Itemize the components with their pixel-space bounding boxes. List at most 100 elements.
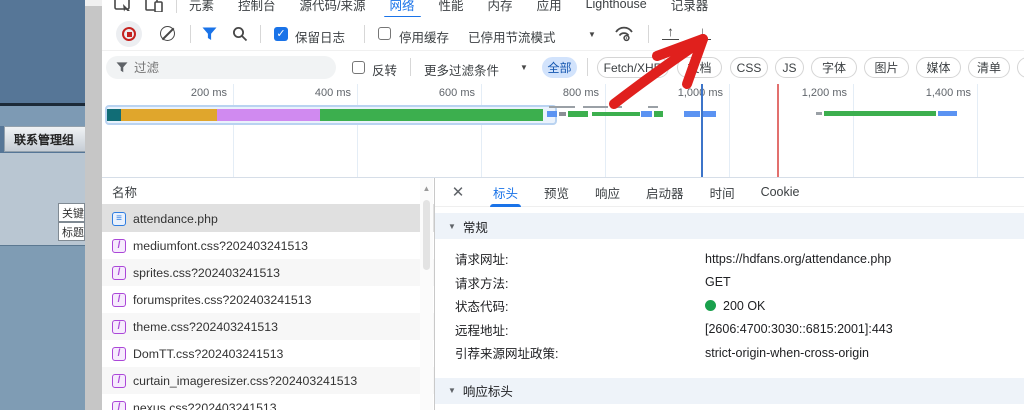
- tab-elements[interactable]: 元素: [177, 0, 226, 17]
- title-field[interactable]: 标题: [58, 222, 85, 241]
- page-header-area: [0, 0, 85, 103]
- tab-cookie[interactable]: Cookie: [748, 178, 813, 207]
- stylesheet-file-icon: /: [112, 265, 126, 280]
- timeline-seg-blue: [684, 111, 700, 117]
- tab-application[interactable]: 应用: [525, 0, 574, 17]
- request-row[interactable]: / mediumfont.css?202403241513: [102, 232, 434, 259]
- request-row[interactable]: / DomTT.css?202403241513: [102, 340, 434, 367]
- request-url-value[interactable]: https://hdfans.org/attendance.php: [705, 252, 891, 266]
- request-row[interactable]: / curtain_imageresizer.css?202403241513: [102, 367, 434, 394]
- general-section-header[interactable]: ▼ 常规: [435, 213, 1024, 239]
- contact-admin-label: 联系管理组: [14, 132, 75, 147]
- timeline-bar-content: [320, 109, 543, 121]
- tab-headers[interactable]: 标头: [480, 178, 531, 207]
- remote-address-value: [2606:4700:3030::6815:2001]:443: [705, 322, 893, 337]
- chip-media[interactable]: 媒体: [916, 57, 961, 78]
- invert-label: 反转: [372, 64, 398, 78]
- document-file-icon: ≡: [112, 211, 126, 226]
- tab-network[interactable]: 网络: [378, 0, 427, 17]
- page-search-panel: 关键 标题: [0, 153, 85, 245]
- general-row-referrer-policy: 引荐来源网址政策: strict-origin-when-cross-origi…: [435, 341, 1024, 365]
- request-name: forumsprites.css?202403241513: [133, 292, 312, 307]
- page-scrollbar[interactable]: [85, 0, 102, 410]
- tab-preview[interactable]: 预览: [531, 178, 582, 207]
- network-overview-timeline[interactable]: 200 ms 400 ms 600 ms 800 ms 1,000 ms 1,2…: [102, 84, 1024, 178]
- network-filter-bar: 反转 更多过滤条件 ▼ 全部 Fetch/XHR 文档 CSS JS 字体 图片…: [102, 51, 1024, 84]
- referrer-policy-value: strict-origin-when-cross-origin: [705, 345, 869, 360]
- chip-manifest[interactable]: 清单: [968, 57, 1010, 78]
- clear-network-log-button[interactable]: [160, 26, 175, 41]
- invert-checkbox[interactable]: [352, 61, 365, 74]
- more-filters-caret-icon[interactable]: ▼: [520, 63, 528, 72]
- chip-js[interactable]: JS: [775, 57, 804, 78]
- tab-recorder[interactable]: 记录器: [659, 0, 721, 17]
- chip-font[interactable]: 字体: [811, 57, 857, 78]
- tab-label: 预览: [544, 186, 570, 201]
- tab-response[interactable]: 响应: [582, 178, 633, 207]
- more-filters-dropdown[interactable]: 更多过滤条件: [424, 60, 499, 79]
- chip-fetch-xhr[interactable]: Fetch/XHR: [597, 57, 669, 78]
- timeline-bar-connecting: [107, 109, 121, 121]
- tab-timing[interactable]: 时间: [697, 178, 748, 207]
- chip-css[interactable]: CSS: [730, 57, 768, 78]
- import-har-icon[interactable]: ↑: [662, 25, 679, 40]
- tab-initiator[interactable]: 启动器: [633, 178, 697, 207]
- filter-toggle-icon[interactable]: [202, 27, 217, 41]
- network-conditions-icon[interactable]: [614, 25, 634, 43]
- chip-divider: [587, 58, 588, 76]
- device-toolbar-icon[interactable]: [145, 0, 163, 12]
- throttling-select[interactable]: 已停用节流模式: [468, 27, 556, 46]
- chip-all[interactable]: 全部: [542, 57, 577, 78]
- request-row[interactable]: / nexus.css?202403241513: [102, 394, 434, 410]
- tab-console[interactable]: 控制台: [226, 0, 288, 17]
- tab-sources[interactable]: 源代码/来源: [288, 0, 378, 17]
- tab-label: 时间: [709, 186, 735, 201]
- tab-label: 启动器: [646, 186, 684, 201]
- general-row-remote-address: 远程地址: [2606:4700:3030::6815:2001]:443: [435, 318, 1024, 342]
- tab-label: 响应: [595, 186, 621, 201]
- preserve-log-checkbox[interactable]: ✓: [274, 27, 288, 41]
- chip-img[interactable]: 图片: [864, 57, 909, 78]
- close-icon[interactable]: ✕: [450, 183, 466, 201]
- request-list-header[interactable]: 名称: [102, 178, 434, 205]
- request-row[interactable]: / theme.css?202403241513: [102, 313, 434, 340]
- chip-doc[interactable]: 文档: [677, 57, 722, 78]
- tab-memory[interactable]: 内存: [476, 0, 525, 17]
- tick-200ms: 200 ms: [190, 87, 227, 99]
- stylesheet-file-icon: /: [112, 292, 126, 307]
- filter-input[interactable]: [134, 60, 304, 75]
- timeline-seg-green: [654, 111, 663, 117]
- scrollbar-thumb[interactable]: [423, 200, 430, 270]
- request-row[interactable]: / forumsprites.css?202403241513: [102, 286, 434, 313]
- general-row-url: 请求网址: https://hdfans.org/attendance.php: [435, 247, 1024, 271]
- request-list-scrollbar[interactable]: ▲: [420, 178, 433, 410]
- active-tab-underline: [490, 203, 522, 207]
- timeline-seg-blue: [547, 111, 557, 117]
- tab-performance[interactable]: 性能: [427, 0, 476, 17]
- chip-label: 全部: [547, 61, 572, 75]
- timeline-bar-css: [217, 109, 320, 121]
- request-row[interactable]: / sprites.css?202403241513: [102, 259, 434, 286]
- devtools-tabbar: 元素 控制台 源代码/来源 网络 性能 内存 应用 Lighthouse 记录器: [102, 0, 1024, 17]
- request-row-attendance[interactable]: ≡ attendance.php: [102, 205, 434, 232]
- keyword-field[interactable]: 关键: [58, 203, 85, 222]
- inspect-element-icon[interactable]: [114, 0, 132, 12]
- kv-label: 远程地址:: [455, 323, 509, 338]
- preserve-log-label: 保留日志: [295, 31, 346, 45]
- filter-input-pill[interactable]: [106, 56, 336, 79]
- scroll-up-icon[interactable]: ▲: [420, 184, 433, 193]
- chip-ws[interactable]: WS: [1017, 57, 1024, 78]
- export-har-icon[interactable]: ↓: [694, 25, 711, 40]
- throttling-caret-icon[interactable]: ▼: [588, 30, 596, 39]
- tab-lighthouse[interactable]: Lighthouse: [574, 0, 659, 17]
- disable-cache-checkbox[interactable]: [378, 27, 391, 40]
- timeline-dash: [583, 106, 608, 108]
- background-webpage: 联系管理组 关键 标题: [0, 0, 85, 410]
- chip-label: CSS: [736, 60, 762, 75]
- page-nav-band: [0, 106, 85, 126]
- contact-admin-tab[interactable]: 联系管理组: [4, 126, 85, 152]
- response-headers-section-header[interactable]: ▼ 响应标头: [435, 377, 1024, 404]
- search-icon[interactable]: [232, 26, 248, 42]
- record-network-log-button[interactable]: [116, 21, 142, 47]
- gridline: [977, 84, 978, 177]
